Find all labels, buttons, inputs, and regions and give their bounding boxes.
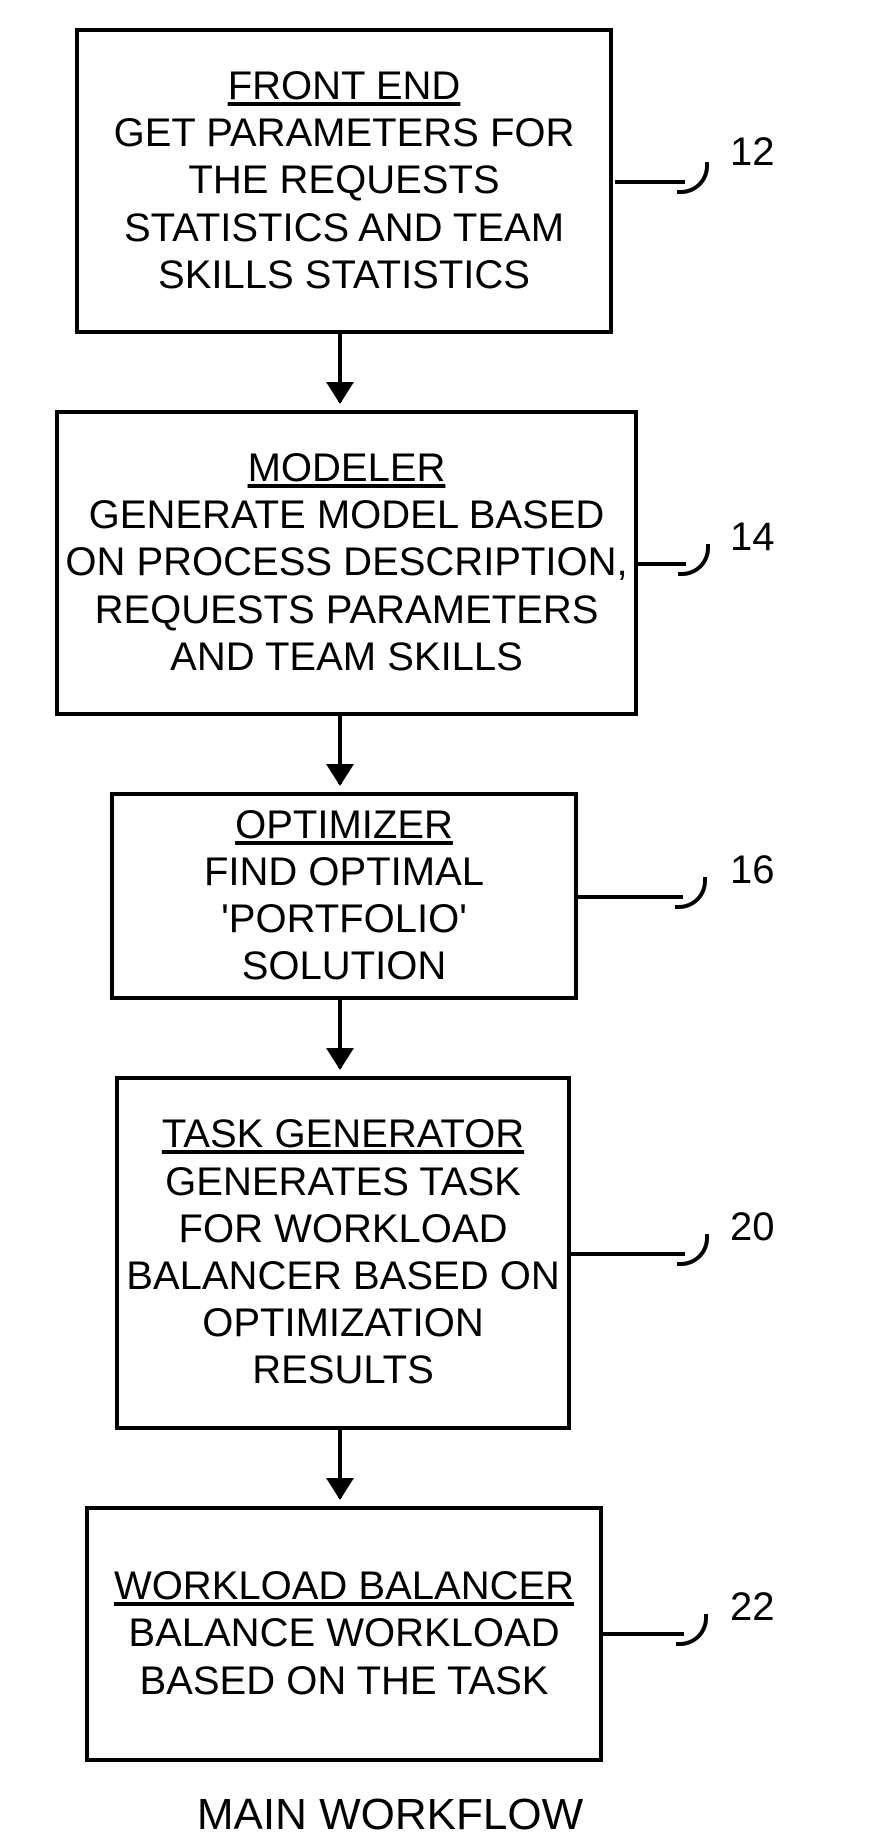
box-front-end: FRONT END GET PARAMETERS FOR THE REQUEST… <box>75 28 613 334</box>
box-body: BALANCE WORKLOAD BASED ON THE TASK <box>89 1610 599 1704</box>
box-optimizer: OPTIMIZER FIND OPTIMAL 'PORTFOLIO' SOLUT… <box>110 792 578 1000</box>
flowchart: FRONT END GET PARAMETERS FOR THE REQUEST… <box>0 0 879 1846</box>
box-heading: OPTIMIZER <box>235 802 453 849</box>
leader-line <box>570 1252 685 1256</box>
box-heading: MODELER <box>248 445 446 492</box>
arrow <box>338 998 342 1068</box>
label-12: 12 <box>730 130 775 175</box>
box-modeler: MODELER GENERATE MODEL BASED ON PROCESS … <box>55 410 638 716</box>
arrow <box>338 714 342 784</box>
leader-line <box>578 895 683 899</box>
leader-line <box>615 180 685 184</box>
arrow <box>338 1428 342 1498</box>
box-heading: FRONT END <box>228 63 461 110</box>
label-16: 16 <box>730 848 775 893</box>
box-heading: WORKLOAD BALANCER <box>114 1563 574 1610</box>
box-heading: TASK GENERATOR <box>162 1111 524 1158</box>
label-14: 14 <box>730 515 775 560</box>
workflow-title: MAIN WORKFLOW <box>90 1790 690 1840</box>
label-22: 22 <box>730 1585 775 1630</box>
label-20: 20 <box>730 1205 775 1250</box>
leader-line <box>636 562 686 566</box>
leader-line <box>602 1632 684 1636</box>
box-body: GET PARAMETERS FOR THE REQUESTS STATISTI… <box>79 110 609 299</box>
box-body: FIND OPTIMAL 'PORTFOLIO' SOLUTION <box>114 849 574 991</box>
box-body: GENERATE MODEL BASED ON PROCESS DESCRIPT… <box>59 492 634 681</box>
box-workload-balancer: WORKLOAD BALANCER BALANCE WORKLOAD BASED… <box>85 1506 603 1762</box>
arrow <box>338 332 342 402</box>
box-body: GENERATES TASK FOR WORKLOAD BALANCER BAS… <box>119 1159 567 1395</box>
box-task-generator: TASK GENERATOR GENERATES TASK FOR WORKLO… <box>115 1076 571 1430</box>
